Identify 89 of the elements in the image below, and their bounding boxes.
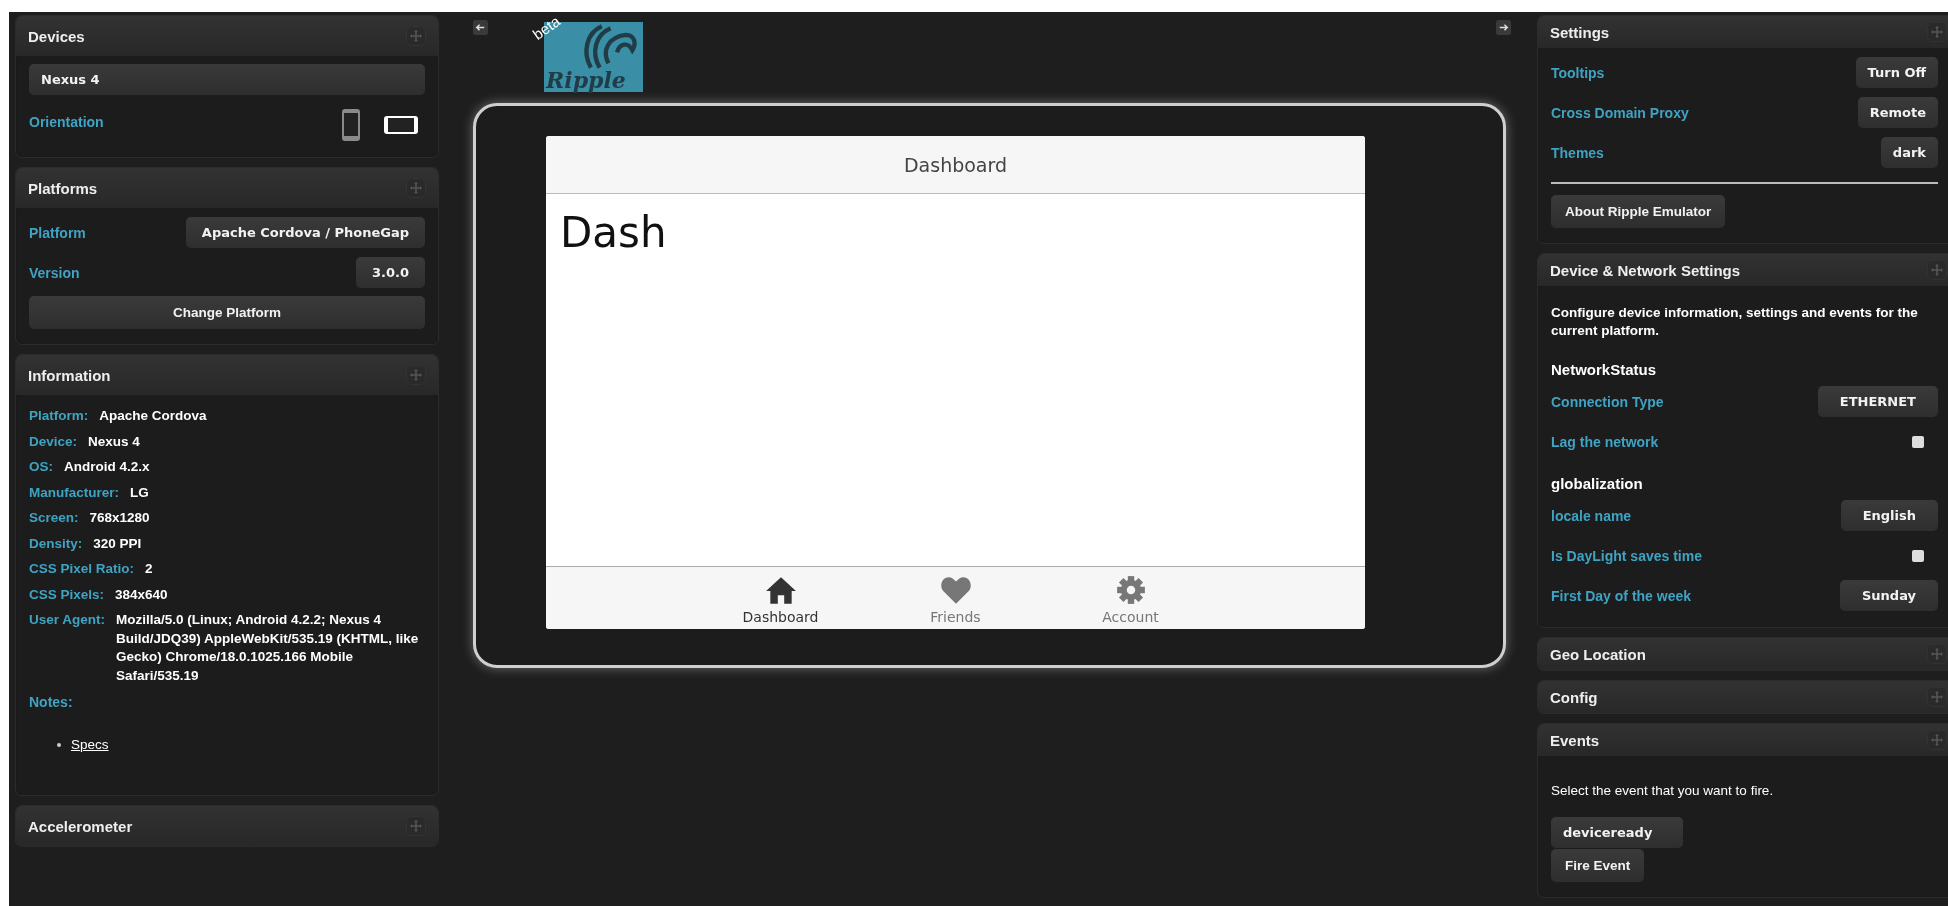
bullet-icon [57,742,61,747]
panel-description: Select the event that you want to fire. [1551,782,1775,800]
panel-header[interactable]: Events [1538,724,1948,756]
logo-name: Ripple [546,68,626,92]
option-select[interactable]: English [1840,500,1938,531]
info-label: Platform: [29,407,89,425]
info-value: LG [130,483,150,502]
field-label: Cross Domain Proxy [1551,104,1689,121]
info-value: Android 4.2.x [64,458,151,476]
move-icon[interactable] [1927,22,1947,42]
field-label: Orientation [29,114,104,130]
field-label: locale name [1551,507,1632,524]
option-select[interactable]: Sunday [1839,580,1938,611]
move-icon[interactable] [1927,730,1947,750]
about-button[interactable]: About Ripple Emulator [1551,195,1726,228]
tab[interactable]: Account [1043,567,1218,629]
panel-title: Platforms [28,179,98,197]
device-select[interactable]: Nexus 4 [29,64,425,95]
page-heading: Dash [560,208,667,257]
fire-event-button[interactable]: Fire Event [1551,849,1645,882]
panel-header[interactable]: Devices [16,16,438,56]
section-heading: NetworkStatus [1551,361,1658,378]
info-label: Device: [29,432,78,451]
info-value: 768x1280 [89,509,151,527]
move-icon[interactable] [406,365,426,385]
info-label: CSS Pixel Ratio: [29,560,135,578]
info-value: Apache Cordova [99,407,208,425]
setting-select[interactable]: Turn Off [1855,57,1938,88]
info-label: OS: [29,458,53,476]
field-label: Lag the network [1551,433,1659,450]
panel-header[interactable]: Config [1538,681,1948,713]
checkbox[interactable] [1912,549,1924,562]
option-select[interactable]: ETHERNET [1817,386,1938,417]
section-heading: globalization [1551,475,1644,492]
field-label: Themes [1551,144,1604,161]
field-label: Tooltips [1551,64,1605,81]
info-label: CSS Pixels: [29,585,105,604]
notes-label: Notes: [29,694,74,710]
info-label: Screen: [29,509,79,527]
panel-title: Devices [28,27,85,45]
info-value: Mozilla/5.0 (Linux; Android 4.2.2; Nexus 4 Build/JDQ39) AppleWebKit/535.19 (KHTML, like Gecko) Chrome/18.0.1025.166 Mobile Safari/535.19 [116,611,420,685]
move-icon[interactable] [1927,644,1947,664]
panel-header[interactable]: Accelerometer [16,806,438,846]
panel-header[interactable]: Platforms [16,168,438,208]
event-select[interactable]: deviceready [1551,817,1683,848]
landscape-phone-icon[interactable] [383,115,419,135]
beta-label: beta [530,13,564,43]
panel-description: Configure device information, settings and events for the current platform. [1551,304,1919,340]
settings-icon [1114,575,1147,605]
setting-select[interactable]: Remote [1857,97,1938,128]
info-value: 384x640 [115,585,169,604]
setting-select[interactable]: dark [1880,137,1938,168]
panel-header[interactable]: Geo Location [1538,638,1948,670]
app-title: Dashboard [903,153,1008,176]
panel-title: Accelerometer [28,817,133,835]
collapse-right-icon[interactable] [1496,20,1511,35]
info-value: 2 [145,560,154,578]
field-label: Version [29,264,80,281]
info-label: User Agent: [29,611,105,629]
info-value: 320 PPI [93,534,143,553]
specs-link[interactable]: Specs [71,737,109,752]
panel-title: Settings [1550,23,1610,41]
panel-header[interactable]: Device & Network Settings [1538,254,1948,286]
field-label: Platform [29,224,86,241]
panel-title: Geo Location [1550,645,1646,663]
panel-header[interactable]: Settings [1538,16,1948,48]
panel-title: Device & Network Settings [1550,261,1741,279]
panel-title: Information [28,366,111,384]
change-platform-button[interactable]: Change Platform [29,296,425,329]
collapse-left-icon[interactable] [473,20,488,35]
info-label: Density: [29,534,83,553]
field-label: Is DayLight saves time [1551,547,1702,564]
field-label: First Day of the week [1551,587,1692,604]
home-icon [764,575,797,605]
panel-title: Config [1550,688,1598,706]
platform-select[interactable]: Apache Cordova / PhoneGap [185,217,425,248]
move-icon[interactable] [1927,260,1947,280]
tab[interactable]: Dashboard [693,567,868,629]
info-label: Manufacturer: [29,483,119,502]
move-icon[interactable] [1927,687,1947,707]
platform-select[interactable]: 3.0.0 [356,257,425,288]
tab[interactable]: Friends [868,567,1043,629]
portrait-phone-icon[interactable] [341,108,361,142]
info-value: Nexus 4 [88,432,141,451]
field-label: Connection Type [1551,393,1664,410]
checkbox[interactable] [1912,435,1924,448]
panel-header[interactable]: Information [16,355,438,395]
panel-title: Events [1550,731,1600,749]
heart-icon [939,575,972,605]
